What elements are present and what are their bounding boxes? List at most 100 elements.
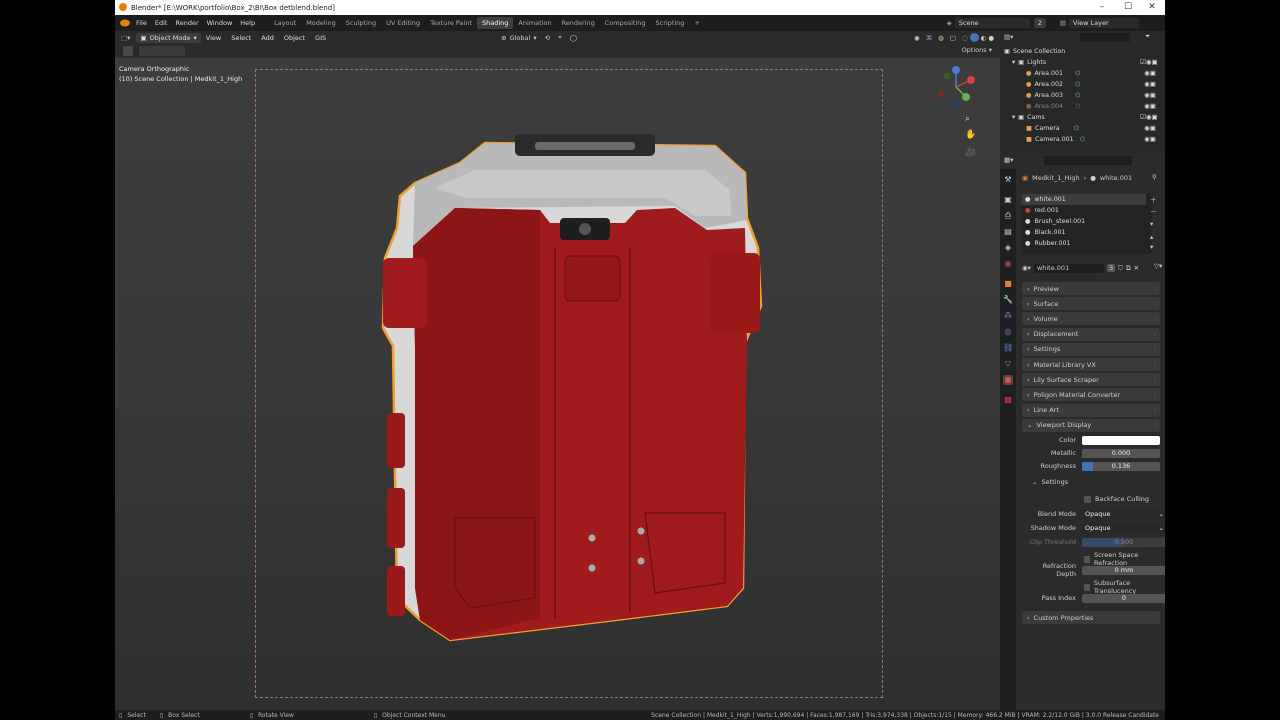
tab-layout[interactable]: Layout xyxy=(269,17,301,29)
drag-handle-icon[interactable]: ⁝ xyxy=(1154,285,1156,293)
world-tab-icon[interactable]: ◉ xyxy=(1003,259,1013,269)
material-slot[interactable]: ● Black.001 xyxy=(1025,227,1066,238)
metallic-slider[interactable]: 0.000 xyxy=(1082,448,1160,458)
physics-tab-icon[interactable]: ◎ xyxy=(1003,327,1013,337)
material-slot[interactable]: ● Rubber.001 xyxy=(1025,238,1070,249)
blender-menu-icon[interactable] xyxy=(120,19,130,27)
select-mode-icons[interactable] xyxy=(139,46,185,56)
drag-handle-icon[interactable]: ⁝ xyxy=(1154,376,1156,384)
outliner-editor-icon[interactable]: ▤▾ xyxy=(1004,33,1013,41)
panel-preview[interactable]: › Preview ⁝ xyxy=(1022,282,1160,295)
panel-settings[interactable]: › Settings ⁝ xyxy=(1022,342,1160,356)
tab-sculpting[interactable]: Sculpting xyxy=(341,17,381,29)
outliner-row-camera-001[interactable]: ■ Camera.001 ⌬ xyxy=(1026,134,1085,145)
particles-tab-icon[interactable]: ⁂ xyxy=(1003,311,1013,321)
color-swatch[interactable] xyxy=(1082,435,1160,445)
tab-modeling[interactable]: Modeling xyxy=(301,17,341,29)
checkbox-icon[interactable] xyxy=(1084,555,1090,563)
view-layer-tab-icon[interactable]: ▤ xyxy=(1003,227,1013,237)
move-down-button[interactable]: ▾ xyxy=(1150,243,1153,251)
tab-uv-editing[interactable]: UV Editing xyxy=(381,17,425,29)
proportional-edit-icon[interactable]: ◯ xyxy=(570,34,577,42)
visibility-toggles[interactable]: ☑◉▣ ◉▣ ◉▣ ◉▣ ◉▣ ☑◉▣ ◉▣ ◉▣ xyxy=(1140,57,1162,145)
menu-view[interactable]: View xyxy=(201,34,226,42)
eye-icon[interactable]: ◉▣ xyxy=(1140,90,1162,101)
panel-surface[interactable]: › Surface ⁝ xyxy=(1022,297,1160,311)
drag-handle-icon[interactable]: ⁝ xyxy=(1154,421,1156,429)
tab-rendering[interactable]: Rendering xyxy=(557,17,600,29)
outliner-search[interactable] xyxy=(1080,33,1130,42)
fake-user-icon[interactable]: ⛉ xyxy=(1118,264,1123,273)
backface-culling-row[interactable]: Backface Culling xyxy=(1084,495,1149,503)
tool-tab-icon[interactable]: ⚒ xyxy=(1003,175,1013,185)
material-selector[interactable]: ◉▾ white.001 3 ⛉ ⧉ ✕ xyxy=(1022,263,1148,273)
drag-handle-icon[interactable]: ⁝ xyxy=(1154,391,1156,399)
drag-handle-icon[interactable]: ⁝ xyxy=(1154,361,1156,369)
filter-icon[interactable]: ▽▾ xyxy=(1154,262,1162,270)
render-tab-icon[interactable]: ▣ xyxy=(1003,195,1013,205)
material-slot[interactable]: ● red.001 xyxy=(1025,205,1059,216)
camera-view-icon[interactable]: 🎥 xyxy=(965,148,976,158)
select-tool-icon[interactable] xyxy=(123,46,133,56)
eye-icon[interactable]: ◉▣ xyxy=(1140,79,1162,90)
tab-animation[interactable]: Animation xyxy=(513,17,556,29)
panel-poligon-material-converter[interactable]: › Poligon Material Converter ⁝ xyxy=(1022,388,1160,402)
eye-icon[interactable]: ◉▣ xyxy=(1140,134,1162,145)
properties-editor-icon[interactable]: ▦▾ xyxy=(1004,156,1013,164)
tab-compositing[interactable]: Compositing xyxy=(600,17,651,29)
blend-mode-select[interactable]: Opaque ⌄ xyxy=(1082,509,1165,519)
duplicate-icon[interactable]: ⧉ xyxy=(1126,264,1131,273)
panel-material-library-vx[interactable]: › Material Library VX ⁝ xyxy=(1022,358,1160,371)
outliner-row-area-003[interactable]: ● Area.003 ⌬ xyxy=(1026,90,1081,101)
tab-texture-paint[interactable]: Texture Paint xyxy=(425,17,477,29)
zoom-icon[interactable]: ⌕ xyxy=(965,114,970,124)
shading-wireframe-icon[interactable]: ◌ xyxy=(962,34,968,42)
material-slot[interactable]: ● white.001 xyxy=(1022,194,1146,205)
object-mode-selector[interactable]: ▣ Object Mode ▾ xyxy=(136,32,201,43)
settings-subpanel-header[interactable]: ⌄ Settings xyxy=(1032,478,1068,486)
menu-help[interactable]: Help xyxy=(236,19,259,27)
view-layer-selector[interactable]: View Layer xyxy=(1069,18,1139,28)
add-slot-button[interactable]: ＋ xyxy=(1150,194,1157,204)
remove-slot-button[interactable]: － xyxy=(1150,206,1157,216)
menu-render[interactable]: Render xyxy=(171,19,202,27)
editor-type-icon[interactable]: ⬚▾ xyxy=(121,34,130,42)
panel-lily-surface-scraper[interactable]: › Lily Surface Scraper ⁝ xyxy=(1022,373,1160,387)
shading-rendered-icon[interactable]: ● xyxy=(988,34,994,42)
roughness-slider[interactable]: 0.136 xyxy=(1082,461,1160,471)
eye-icon[interactable]: ☑◉▣ xyxy=(1140,57,1162,68)
properties-search[interactable] xyxy=(1044,156,1132,165)
tab-shading[interactable]: Shading xyxy=(477,17,514,29)
menu-select[interactable]: Select xyxy=(226,34,256,42)
medkit-model[interactable] xyxy=(375,128,765,648)
orientation-selector[interactable]: ⊕ Global ▾ xyxy=(501,34,536,42)
overlay-icon[interactable]: ◍ xyxy=(938,34,944,42)
slot-menu-button[interactable]: ▾ xyxy=(1150,220,1153,228)
drag-handle-icon[interactable]: ⁝ xyxy=(1154,315,1156,323)
panel-displacement[interactable]: › Displacement ⁝ xyxy=(1022,327,1160,341)
menu-gis[interactable]: GIS xyxy=(310,34,331,42)
pan-icon[interactable]: ✋ xyxy=(965,130,976,140)
axis-gizmo-icon[interactable] xyxy=(933,64,979,110)
checkbox-icon[interactable] xyxy=(1084,583,1090,591)
object-tab-icon[interactable]: ■ xyxy=(1003,279,1013,289)
unlink-icon[interactable]: ✕ xyxy=(1134,264,1139,272)
material-tab-icon[interactable]: ● xyxy=(1003,375,1013,385)
panel-line-art[interactable]: › Line Art ⁝ xyxy=(1022,403,1160,417)
menu-object[interactable]: Object xyxy=(279,34,310,42)
move-up-button[interactable]: ▴ xyxy=(1150,233,1153,241)
modifier-tab-icon[interactable]: 🔧 xyxy=(1003,295,1013,305)
panel-volume[interactable]: › Volume ⁝ xyxy=(1022,312,1160,326)
drag-handle-icon[interactable]: ⁝ xyxy=(1154,345,1156,353)
eye-icon[interactable]: ☑◉▣ xyxy=(1140,112,1162,123)
menu-edit[interactable]: Edit xyxy=(151,19,172,27)
scene-count[interactable]: 2 xyxy=(1033,18,1046,28)
menu-add[interactable]: Add xyxy=(256,34,279,42)
refraction-depth-field[interactable]: 0 mm xyxy=(1082,565,1165,575)
xray-icon[interactable]: ▢ xyxy=(950,34,956,42)
pass-index-field[interactable]: 0 xyxy=(1082,593,1165,603)
panel-viewport-display[interactable]: ⌄ Viewport Display ⁝ xyxy=(1022,418,1160,432)
visibility-icon[interactable]: ◉ xyxy=(914,34,920,42)
eye-icon[interactable]: ◉▣ xyxy=(1140,101,1162,112)
close-button[interactable]: ✕ xyxy=(1141,0,1163,15)
